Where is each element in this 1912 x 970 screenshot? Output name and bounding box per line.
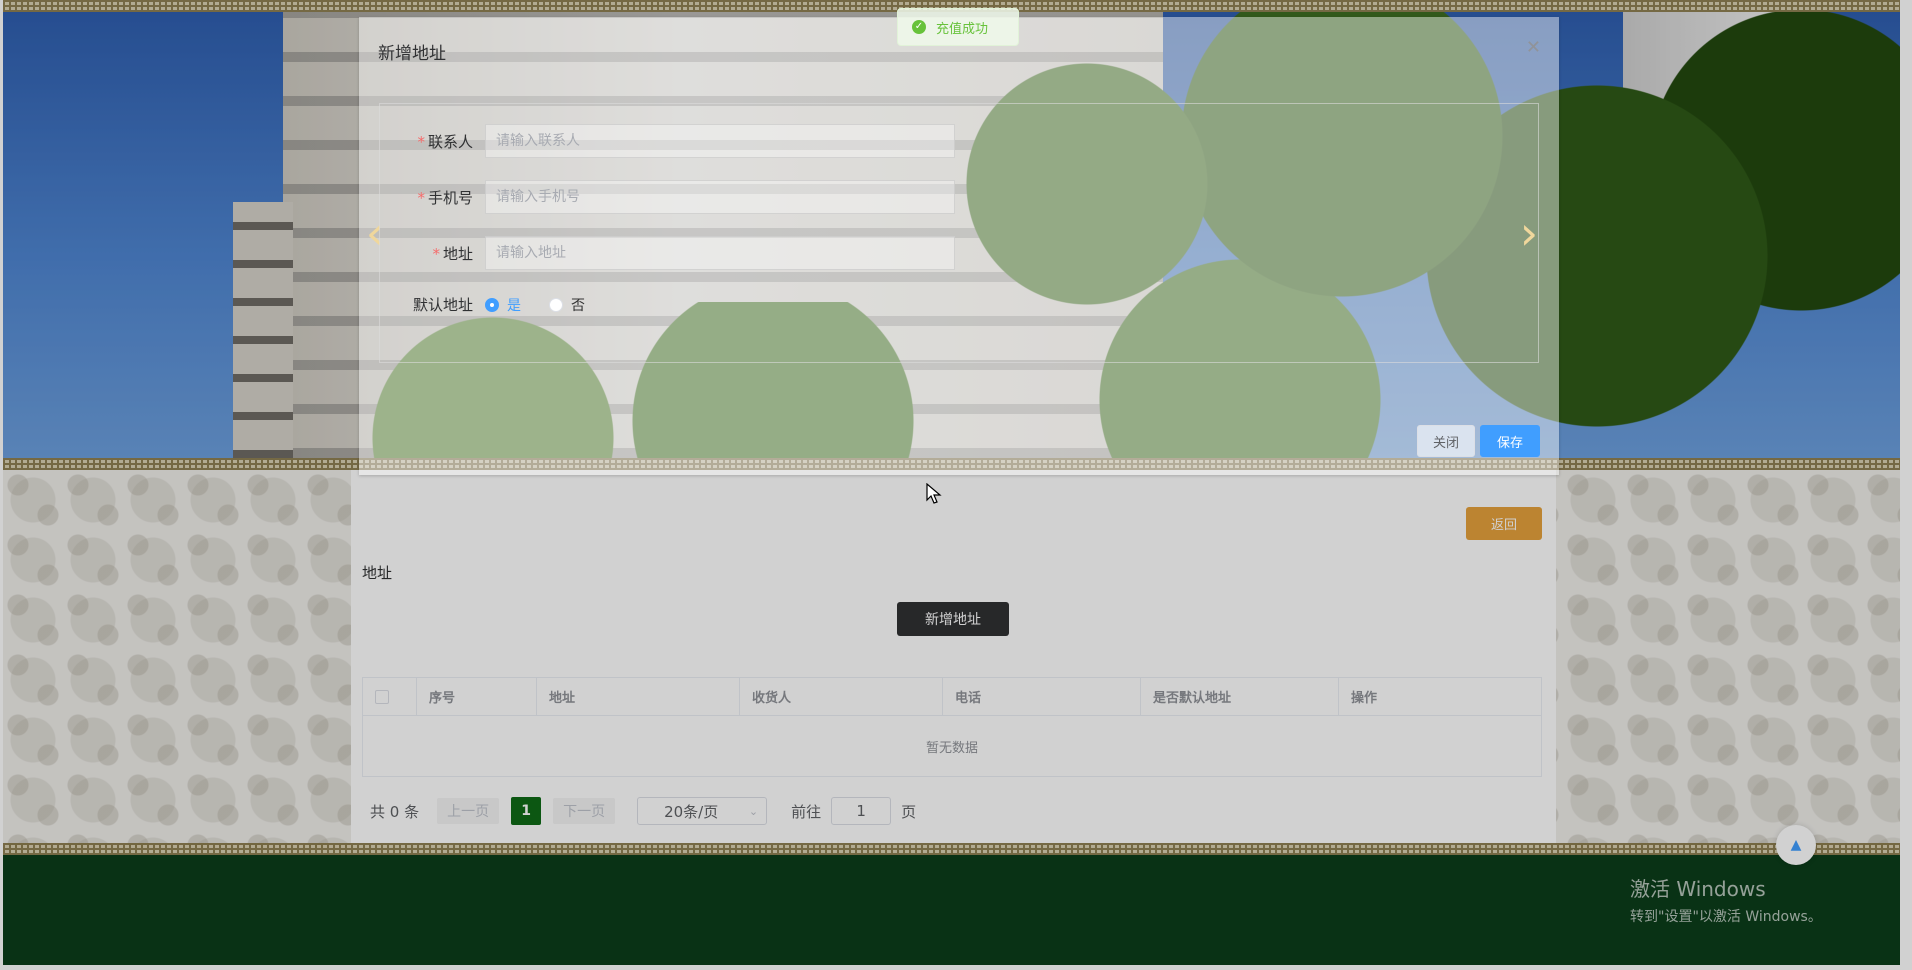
address-input[interactable]	[485, 236, 955, 270]
check-circle-icon: ✓	[912, 20, 926, 34]
default-yes-label: 是	[507, 297, 521, 314]
address-label: * 地址	[432, 244, 473, 263]
contact-input[interactable]	[485, 124, 955, 158]
default-label: 默认地址	[412, 296, 473, 314]
dialog-close-button[interactable]: 关闭	[1417, 425, 1475, 457]
dialog-title: 新增地址	[378, 44, 446, 64]
close-icon[interactable]: ✕	[1526, 37, 1541, 58]
form-row-address: * 地址	[380, 236, 955, 270]
dialog-save-button[interactable]: 保存	[1480, 425, 1540, 457]
radio-checked-icon	[485, 297, 499, 312]
default-no-label: 否	[571, 297, 585, 314]
radio-unchecked-icon	[549, 297, 563, 312]
contact-label: * 联系人	[417, 132, 473, 151]
success-toast: ✓ 充值成功	[897, 8, 1019, 46]
form-row-default: 默认地址 是 否	[380, 294, 613, 315]
phone-label: * 手机号	[417, 188, 473, 207]
form-row-contact: * 联系人	[380, 124, 955, 158]
mouse-cursor-icon	[926, 483, 942, 504]
phone-input[interactable]	[485, 180, 955, 214]
form-row-phone: * 手机号	[380, 180, 955, 214]
add-address-dialog: 新增地址 ✕ *联系人 *手机号 *地址 默认地址 是 否 关闭 保存	[359, 17, 1559, 475]
address-form: *联系人 *手机号 *地址 默认地址 是 否	[379, 103, 1539, 363]
default-yes-radio[interactable]: 是	[485, 295, 521, 315]
default-no-radio[interactable]: 否	[549, 295, 585, 315]
toast-message: 充值成功	[936, 21, 989, 37]
